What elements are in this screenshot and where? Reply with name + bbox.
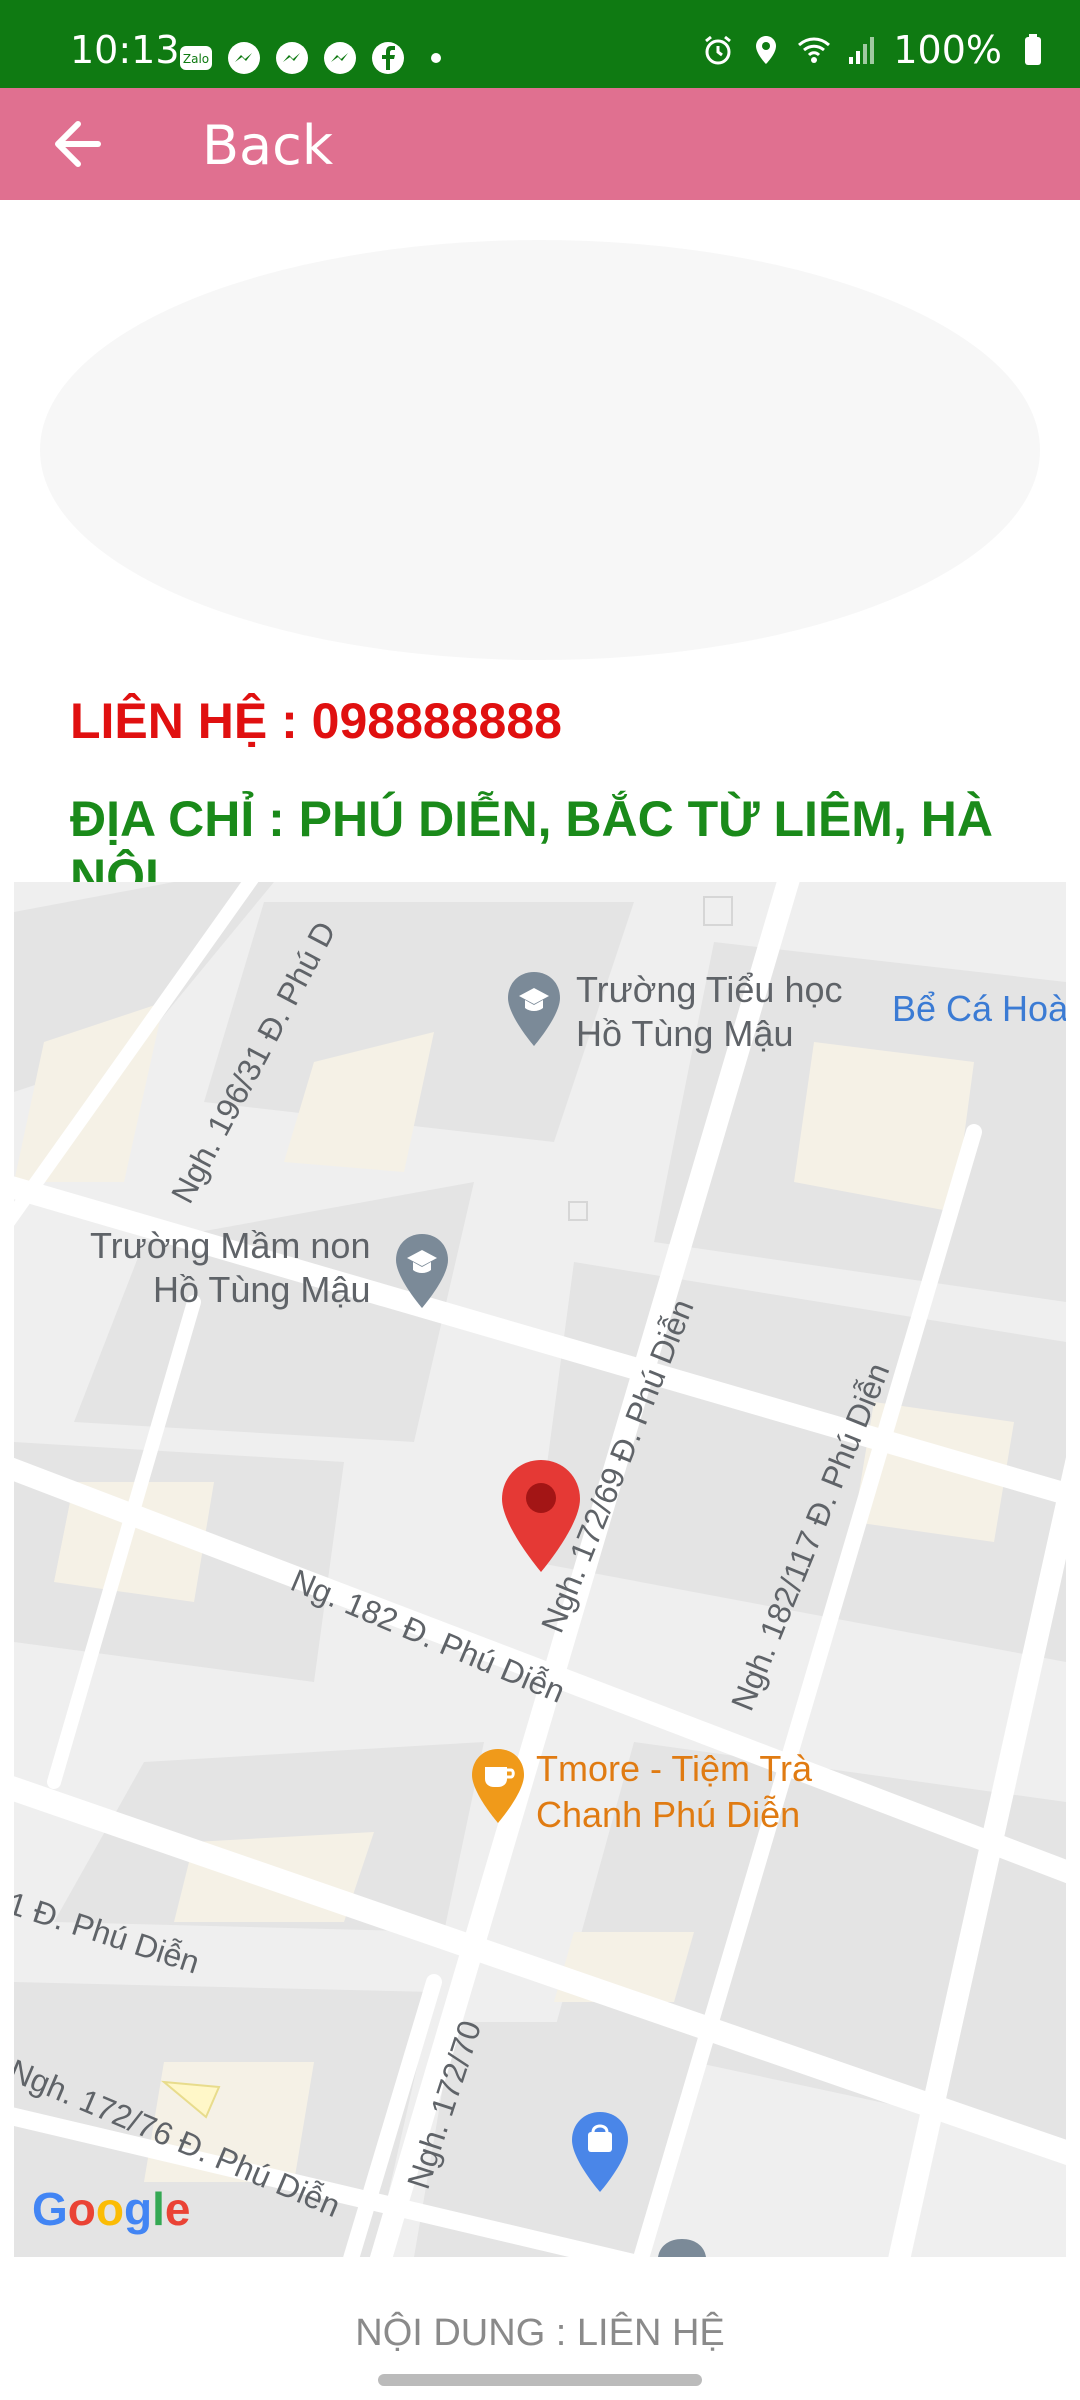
signal-icon [849,37,875,64]
school-pin-icon[interactable] [394,1232,450,1310]
app-bar: Back [0,88,1080,200]
placeholder-shade [40,240,1040,660]
messenger-icon [324,42,356,74]
school-pin-icon[interactable] [506,970,562,1048]
messenger-icon [228,42,260,74]
status-bar: 10:13 Zalo 100% [0,0,1080,88]
back-button[interactable]: Back [202,114,333,177]
wifi-icon [798,37,831,63]
svg-text:Zalo: Zalo [183,52,209,66]
alarm-icon [705,35,732,65]
poi-primary-school[interactable]: Trường Tiểu học Hồ Tùng Mậu [576,968,842,1056]
poi-kindergarten[interactable]: Trường Mầm non Hồ Tùng Mậu [90,1224,370,1312]
image-placeholder [0,200,1080,680]
poi-fish-shop[interactable]: Bể Cá Hoà [892,988,1066,1030]
dot-icon [431,53,441,63]
map-view[interactable]: Trường Tiểu học Hồ Tùng Mậu Bể Cá Hoà Tr… [14,882,1066,2257]
cafe-pin-icon[interactable] [470,1747,526,1825]
zalo-icon: Zalo [180,46,212,70]
status-time: 10:13 [70,28,180,72]
messenger-icon [276,42,308,74]
battery-percentage: 100% [893,28,1002,72]
shopping-pin-icon[interactable] [570,2110,630,2194]
battery-icon [1025,34,1041,65]
system-status: 100% [701,28,1050,72]
partial-pin-icon[interactable] [654,2237,710,2257]
notification-icons: Zalo [178,40,454,76]
facebook-icon [372,42,404,74]
back-arrow-icon[interactable] [48,118,106,170]
location-icon [756,36,777,64]
footer-content-label: NỘI DUNG : LIÊN HỆ [355,2312,725,2354]
google-logo: Google [32,2183,191,2235]
contact-phone[interactable]: LIÊN HỆ : 098888888 [70,692,562,750]
home-indicator[interactable] [378,2374,702,2386]
poi-tea-shop[interactable]: Tmore - Tiệm Trà Chanh Phú Diễn [536,1746,812,1838]
